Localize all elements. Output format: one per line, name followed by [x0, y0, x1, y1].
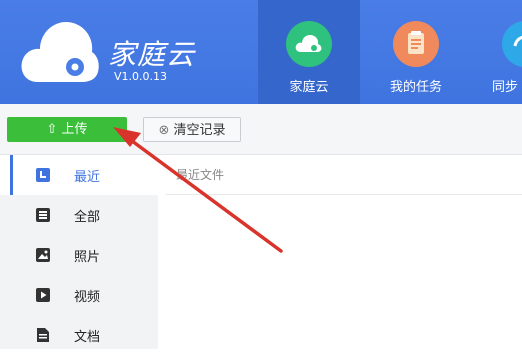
sync-icon — [502, 21, 522, 67]
clear-label: 清空记录 — [173, 123, 226, 138]
tab-sync[interactable]: 同步 — [474, 0, 522, 104]
tab-my-tasks[interactable]: 我的任务 — [365, 0, 467, 104]
sidebar-item-recent[interactable]: 最近 — [0, 155, 158, 195]
tab-family-cloud[interactable]: 家庭云 — [258, 0, 360, 104]
app-title: 家庭云 — [108, 38, 196, 71]
cloud-logo-icon — [21, 22, 99, 82]
sidebar-item-label: 文档 — [74, 330, 101, 345]
sidebar-item-documents[interactable]: 文档 — [0, 315, 158, 355]
task-list-icon — [393, 21, 439, 67]
sidebar-item-photos[interactable]: 照片 — [0, 235, 158, 275]
photo-icon — [36, 248, 50, 262]
video-icon — [36, 288, 50, 302]
sidebar-item-all[interactable]: 全部 — [0, 195, 158, 235]
recent-icon — [36, 168, 50, 182]
tab-label: 家庭云 — [289, 80, 329, 95]
list-icon — [36, 208, 50, 222]
sidebar-item-label: 最近 — [74, 170, 101, 185]
clear-icon: ⊗ — [158, 123, 170, 138]
app-version: V1.0.0.13 — [114, 70, 168, 83]
tab-label: 我的任务 — [389, 80, 442, 95]
document-icon — [37, 328, 49, 342]
upload-label: 上传 — [61, 122, 88, 137]
app-header: 家庭云 V1.0.0.13 家庭云 我的任务 同步 — [0, 0, 522, 104]
sidebar-item-videos[interactable]: 视频 — [0, 275, 158, 315]
sidebar-item-label: 照片 — [74, 250, 101, 265]
cloud-icon — [286, 21, 332, 67]
upload-icon: ⇧ — [46, 122, 58, 137]
sidebar-item-label: 全部 — [74, 210, 101, 225]
clear-records-button[interactable]: ⊗ 清空记录 — [143, 117, 241, 142]
upload-button[interactable]: ⇧ 上传 — [7, 117, 127, 142]
sidebar: 最近 全部 照片 视频 文档 — [0, 155, 158, 349]
content-header: 最近文件 — [176, 168, 225, 182]
content-divider — [166, 194, 522, 195]
sidebar-item-label: 视频 — [74, 290, 101, 305]
tab-label: 同步 — [492, 80, 519, 95]
